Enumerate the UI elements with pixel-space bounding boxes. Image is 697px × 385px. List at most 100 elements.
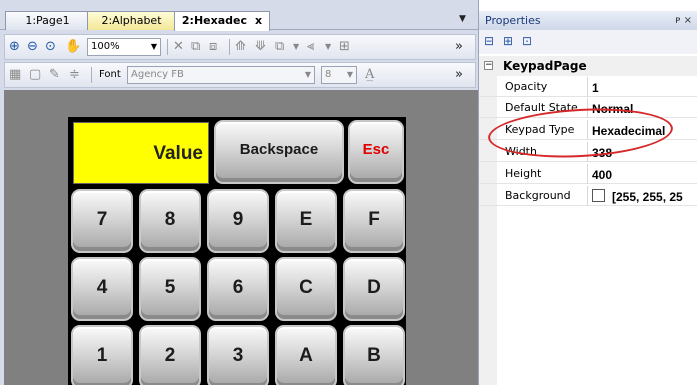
property-name: Height xyxy=(505,167,542,180)
column-divider xyxy=(587,186,588,206)
tab-list-dropdown-icon[interactable]: ▼ xyxy=(459,14,466,24)
chevron-down-icon: ▼ xyxy=(150,42,157,51)
align-icon[interactable]: ⫷ xyxy=(307,38,314,56)
property-category[interactable]: − KeypadPage xyxy=(479,56,697,76)
key-f[interactable]: F xyxy=(343,189,405,253)
alphabetical-view-icon[interactable]: ⊞ xyxy=(503,34,513,48)
column-divider xyxy=(587,98,588,118)
toolbar-overflow-icon[interactable]: » xyxy=(455,66,463,84)
property-row-height[interactable]: Height 400 xyxy=(479,164,697,184)
property-value[interactable]: 1 xyxy=(592,81,599,95)
group-icon[interactable]: ⟰ xyxy=(235,38,246,56)
key-3[interactable]: 3 xyxy=(207,325,269,385)
property-value[interactable]: 338 xyxy=(592,146,612,160)
toolbar-separator xyxy=(229,39,230,55)
zoom-fit-icon[interactable]: ⊙ xyxy=(45,38,56,56)
tab-strip: 1:Page1 2:Alphabet 2:Hexadec x ▼ xyxy=(0,0,478,31)
toolbar-separator xyxy=(91,67,92,83)
design-canvas[interactable]: Value Backspace Esc 7 8 9 E F 4 5 6 C D … xyxy=(4,90,478,385)
toolbar-overflow-icon[interactable]: » xyxy=(455,38,463,56)
zoom-toolbar: ⊕ ⊖ ⊙ ✋ 100% ▼ ✕ ⧉ ⧈ ⟰ ⟱ ⧉ ▼ ⫷ ▼ ⊞ » xyxy=(4,34,476,60)
close-icon[interactable]: x xyxy=(255,14,262,27)
font-color-icon[interactable]: A̲ xyxy=(365,66,374,84)
column-divider xyxy=(587,142,588,162)
font-size-value: 8 xyxy=(325,69,332,80)
chevron-down-icon: ▼ xyxy=(346,70,353,79)
tab-label: 2:Alphabet xyxy=(101,14,162,27)
property-value[interactable]: [255, 255, 25 xyxy=(612,190,683,204)
tab-alphabet[interactable]: 2:Alphabet xyxy=(87,11,176,30)
chevron-down-icon[interactable]: ▼ xyxy=(325,38,331,56)
property-row-opacity[interactable]: Opacity 1 xyxy=(479,77,697,97)
tab-label: 2:Hexadec xyxy=(181,14,247,27)
key-5[interactable]: 5 xyxy=(139,257,201,321)
property-row-default-state[interactable]: Default State Normal xyxy=(479,98,697,118)
property-row-width[interactable]: Width 338 xyxy=(479,142,697,162)
categorized-view-icon[interactable]: ⊟ xyxy=(484,34,494,48)
delete-icon[interactable]: ✕ xyxy=(173,38,184,56)
tab-label: 1:Page1 xyxy=(25,14,70,27)
property-name: Keypad Type xyxy=(505,123,575,136)
key-6[interactable]: 6 xyxy=(207,257,269,321)
esc-button[interactable]: Esc xyxy=(348,120,404,184)
property-value[interactable]: Hexadecimal xyxy=(592,124,665,138)
property-name: Opacity xyxy=(505,80,548,93)
category-label: KeypadPage xyxy=(503,59,587,73)
backspace-button[interactable]: Backspace xyxy=(214,120,344,184)
line-style-icon[interactable]: ≑ xyxy=(69,66,80,84)
format-toolbar: ▦ ▢ ✎ ≑ Font Agency FB ▼ 8 ▼ A̲ » xyxy=(4,62,476,88)
key-2[interactable]: 2 xyxy=(139,325,201,385)
font-family-value: Agency FB xyxy=(131,69,184,80)
chevron-down-icon[interactable]: ▼ xyxy=(293,38,299,56)
property-name: Default State xyxy=(505,101,578,114)
fill-icon[interactable]: ✎ xyxy=(49,66,60,84)
properties-toolbar: ⊟ ⊞ ⊡ xyxy=(479,30,697,54)
property-value[interactable]: Normal xyxy=(592,102,633,116)
keypad-page[interactable]: Value Backspace Esc 7 8 9 E F 4 5 6 C D … xyxy=(68,117,406,385)
pan-hand-icon[interactable]: ✋ xyxy=(65,38,81,56)
key-b[interactable]: B xyxy=(343,325,405,385)
property-value[interactable]: 400 xyxy=(592,168,612,182)
key-4[interactable]: 4 xyxy=(71,257,133,321)
copy-icon[interactable]: ⧉ xyxy=(191,38,200,56)
property-name: Background xyxy=(505,189,571,202)
property-grid: − KeypadPage Opacity 1 Default State Nor… xyxy=(479,56,697,385)
editor-area: 1:Page1 2:Alphabet 2:Hexadec x ▼ ⊕ ⊖ ⊙ ✋ … xyxy=(0,0,478,385)
font-family-select[interactable]: Agency FB ▼ xyxy=(127,66,315,84)
tab-page1[interactable]: 1:Page1 xyxy=(5,11,90,30)
key-a[interactable]: A xyxy=(275,325,337,385)
layout-icon[interactable]: ▦ xyxy=(9,66,21,84)
zoom-out-icon[interactable]: ⊖ xyxy=(27,38,38,56)
toolbar-separator xyxy=(167,39,168,55)
key-1[interactable]: 1 xyxy=(71,325,133,385)
key-9[interactable]: 9 xyxy=(207,189,269,253)
ungroup-icon[interactable]: ⟱ xyxy=(255,38,266,56)
property-row-background[interactable]: Background [255, 255, 25 xyxy=(479,186,697,206)
key-e[interactable]: E xyxy=(275,189,337,253)
paste-icon[interactable]: ⧈ xyxy=(209,38,217,56)
key-8[interactable]: 8 xyxy=(139,189,201,253)
property-row-keypad-type[interactable]: Keypad Type Hexadecimal xyxy=(479,120,697,140)
properties-title: Properties xyxy=(485,14,541,27)
properties-panel: Properties ᴘ × ⊟ ⊞ ⊡ − KeypadPage Opacit… xyxy=(478,0,697,385)
font-size-select[interactable]: 8 ▼ xyxy=(321,66,357,84)
zoom-in-icon[interactable]: ⊕ xyxy=(9,38,20,56)
grid-icon[interactable]: ⊞ xyxy=(339,38,350,56)
color-swatch[interactable] xyxy=(592,189,605,202)
column-divider xyxy=(587,120,588,140)
order-icon[interactable]: ⧉ xyxy=(275,38,284,56)
property-pages-icon[interactable]: ⊡ xyxy=(522,34,532,48)
pin-close-icon[interactable]: ᴘ × xyxy=(675,11,692,30)
chevron-down-icon: ▼ xyxy=(304,70,311,79)
tab-hexadec[interactable]: 2:Hexadec x xyxy=(174,11,270,31)
column-divider xyxy=(587,77,588,97)
property-name: Width xyxy=(505,145,537,158)
zoom-select[interactable]: 100% ▼ xyxy=(87,38,161,56)
frame-icon[interactable]: ▢ xyxy=(29,66,41,84)
value-display[interactable]: Value xyxy=(73,122,209,184)
key-c[interactable]: C xyxy=(275,257,337,321)
key-d[interactable]: D xyxy=(343,257,405,321)
key-7[interactable]: 7 xyxy=(71,189,133,253)
collapse-icon[interactable]: − xyxy=(484,61,493,70)
font-label: Font xyxy=(99,69,121,80)
